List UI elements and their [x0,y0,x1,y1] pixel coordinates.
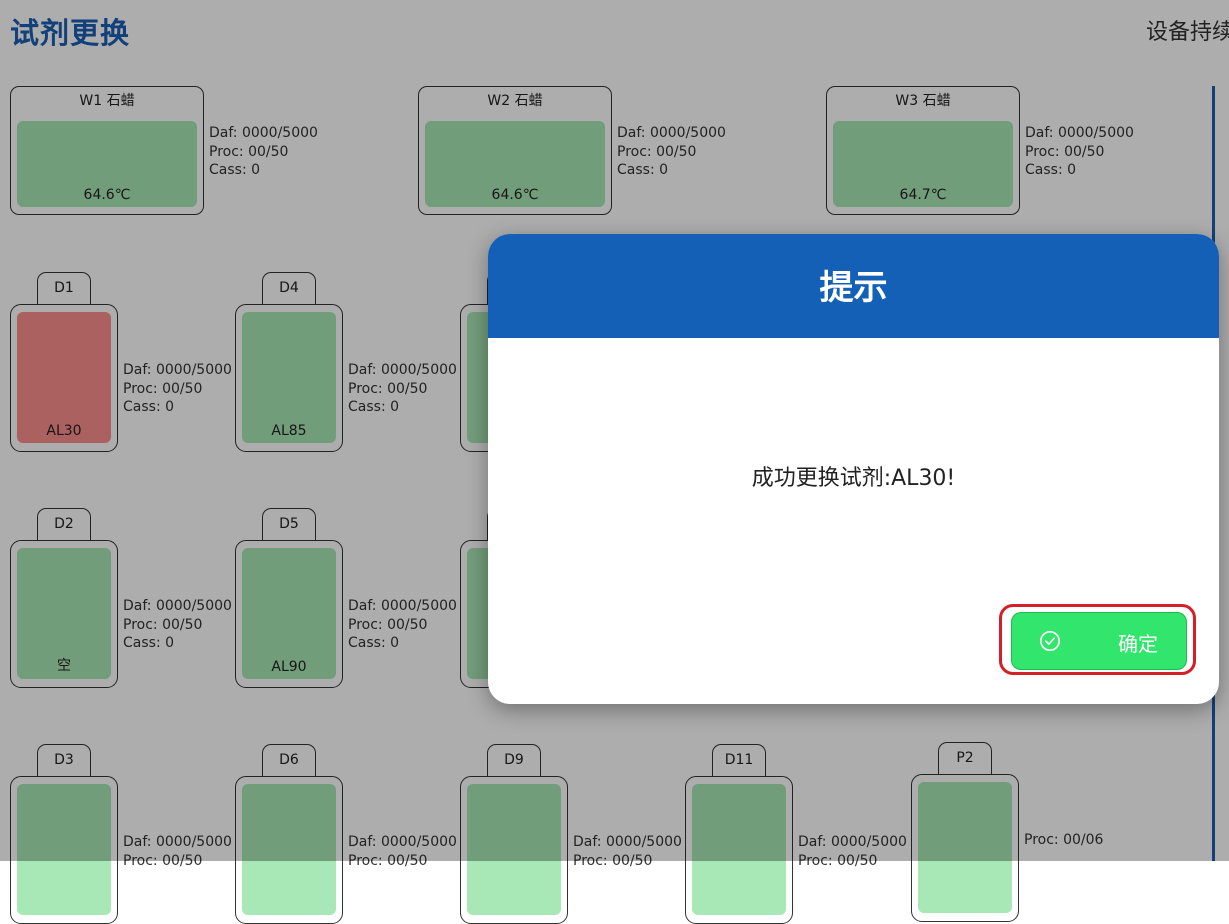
confirm-button-label: 确定 [1118,632,1158,656]
dialog-title: 提示 [488,234,1219,338]
prompt-dialog: 提示 成功更换试剂:AL30! 确定 [488,234,1219,704]
check-circle-icon [1040,631,1060,651]
dialog-message: 成功更换试剂:AL30! [751,466,956,491]
confirm-button[interactable]: 确定 [1011,612,1187,670]
